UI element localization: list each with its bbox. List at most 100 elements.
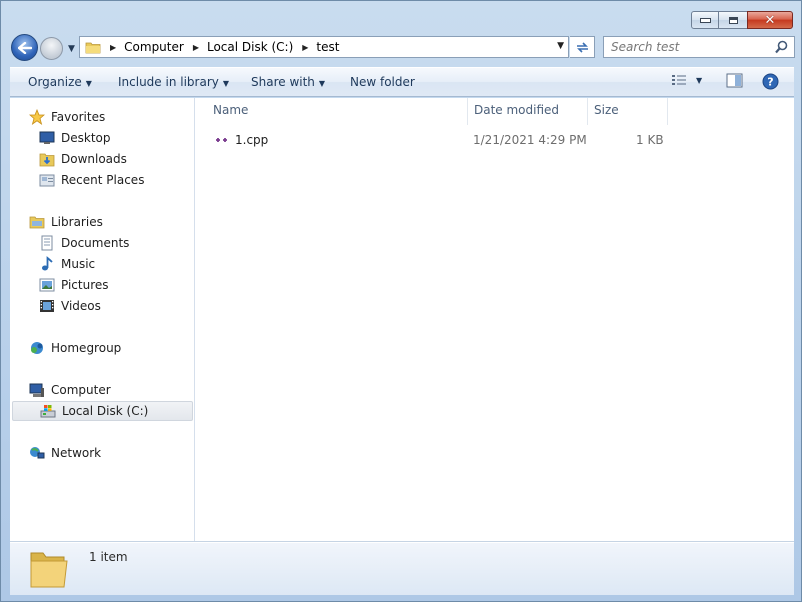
sidebar-item-pictures[interactable]: Pictures [39, 275, 109, 295]
organize-label: Organize [28, 75, 82, 89]
file-date-modified: 1/21/2021 4:29 PM [473, 133, 587, 147]
address-bar[interactable]: ▶ Computer ▶ Local Disk (C:) ▶ test ▼ [79, 36, 569, 58]
sidebar-item-label: Local Disk (C:) [62, 404, 149, 418]
sidebar-item-label: Network [51, 446, 102, 460]
folder-icon [85, 42, 101, 53]
file-name: 1.cpp [235, 133, 269, 147]
file-row[interactable]: 1.cpp [215, 130, 268, 150]
computer-icon [29, 382, 45, 398]
item-count: 1 item [89, 550, 128, 564]
breadcrumb-computer[interactable]: Computer ▶ [124, 40, 207, 54]
breadcrumb-root-arrow[interactable]: ▶ [101, 43, 124, 52]
breadcrumb-test[interactable]: test [316, 40, 339, 54]
sidebar-item-videos[interactable]: Videos [39, 296, 101, 316]
pictures-icon [39, 277, 55, 293]
view-details-icon [672, 75, 686, 85]
close-button[interactable]: ✕ [747, 11, 793, 29]
minimize-icon [699, 17, 711, 23]
sidebar-item-desktop[interactable]: Desktop [39, 128, 111, 148]
sidebar-item-computer[interactable]: Computer [29, 380, 111, 400]
sidebar-item-label: Pictures [61, 278, 109, 292]
breadcrumb-label: Computer [124, 40, 184, 54]
sidebar-item-label: Recent Places [61, 173, 145, 187]
homegroup-icon [29, 340, 45, 356]
minimize-button[interactable] [691, 11, 719, 29]
chevron-down-icon: ▼ [85, 79, 92, 88]
search-box[interactable] [603, 36, 795, 58]
sidebar-item-libraries[interactable]: Libraries [29, 212, 103, 232]
sidebar-item-network[interactable]: Network [29, 443, 101, 463]
search-icon[interactable] [775, 40, 788, 54]
preview-pane-button[interactable] [726, 73, 743, 91]
column-header-date-modified[interactable]: Date modified [474, 103, 559, 117]
sidebar-item-documents[interactable]: Documents [39, 233, 129, 253]
share-with-menu[interactable]: Share with ▼ [251, 75, 325, 89]
preview-pane-icon [726, 73, 743, 88]
sidebar-item-label: Videos [61, 299, 101, 313]
file-size: 1 KB [636, 133, 664, 147]
change-view-button[interactable] [671, 73, 687, 90]
svg-text:?: ? [767, 76, 773, 89]
cpp-file-icon [215, 133, 231, 147]
close-icon: ✕ [764, 12, 776, 28]
back-button[interactable] [11, 34, 38, 61]
column-header-size[interactable]: Size [594, 103, 619, 117]
sidebar-item-label: Homegroup [51, 341, 122, 355]
sidebar-item-label: Favorites [51, 110, 106, 124]
include-in-library-menu[interactable]: Include in library ▼ [118, 75, 229, 89]
view-options-dropdown[interactable]: ▼ [696, 76, 702, 85]
breadcrumb-label: Local Disk (C:) [206, 40, 294, 54]
recent-pages-dropdown[interactable]: ▼ [68, 44, 75, 54]
chevron-down-icon: ▼ [222, 79, 230, 88]
videos-icon [39, 298, 55, 314]
column-divider[interactable] [667, 98, 668, 125]
include-in-library-label: Include in library [118, 75, 219, 89]
maximize-icon [728, 16, 738, 24]
desktop-icon [39, 130, 55, 146]
column-divider[interactable] [587, 98, 588, 125]
music-icon [39, 256, 55, 272]
help-icon: ? [762, 73, 779, 90]
sidebar-item-label: Desktop [61, 131, 111, 145]
share-with-label: Share with [251, 75, 315, 89]
documents-icon [39, 235, 55, 251]
search-input[interactable] [611, 40, 771, 54]
star-icon [29, 109, 45, 125]
recent-places-icon [39, 172, 55, 188]
forward-button[interactable] [40, 37, 63, 60]
command-bar: Organize ▼ Include in library ▼ Share with… [10, 67, 794, 97]
breadcrumb-local-disk[interactable]: Local Disk (C:) ▶ [207, 40, 316, 54]
organize-menu[interactable]: Organize ▼ [28, 75, 92, 89]
sidebar-item-label: Music [61, 257, 96, 271]
drive-icon [40, 403, 56, 419]
column-header-name[interactable]: Name [213, 103, 248, 117]
column-divider[interactable] [467, 98, 468, 125]
maximize-button[interactable] [718, 11, 748, 29]
back-arrow-icon [17, 41, 32, 54]
window-controls: ✕ [691, 11, 793, 29]
sidebar-item-downloads[interactable]: Downloads [39, 149, 127, 169]
main-content: Favorites Desktop Downloads Recent Place… [10, 98, 794, 542]
new-folder-button[interactable]: New folder [350, 75, 415, 89]
chevron-down-icon: ▼ [318, 79, 326, 88]
libraries-icon [29, 214, 45, 230]
sidebar-item-favorites[interactable]: Favorites [29, 107, 105, 127]
sidebar-item-label: Computer [51, 383, 111, 397]
refresh-icon [576, 41, 588, 53]
sidebar-item-homegroup[interactable]: Homegroup [29, 338, 121, 358]
address-history-dropdown[interactable]: ▼ [557, 41, 564, 51]
help-button[interactable]: ? [762, 73, 779, 93]
refresh-button[interactable] [570, 36, 595, 58]
sidebar-item-label: Downloads [61, 152, 127, 166]
folder-large-icon [30, 552, 68, 588]
sidebar-item-music[interactable]: Music [39, 254, 95, 274]
navigation-pane: Favorites Desktop Downloads Recent Place… [10, 98, 195, 541]
explorer-window: ✕ ▼ ▶ Computer ▶ Local Disk (C:) ▶ test ▼ … [0, 0, 802, 602]
sidebar-item-local-disk[interactable]: Local Disk (C:) [12, 401, 193, 421]
downloads-folder-icon [39, 151, 55, 167]
sidebar-item-recent-places[interactable]: Recent Places [39, 170, 144, 190]
network-icon [29, 445, 45, 461]
details-pane: 1 item [10, 542, 794, 595]
sidebar-item-label: Libraries [51, 215, 103, 229]
breadcrumb-label: test [316, 40, 340, 54]
